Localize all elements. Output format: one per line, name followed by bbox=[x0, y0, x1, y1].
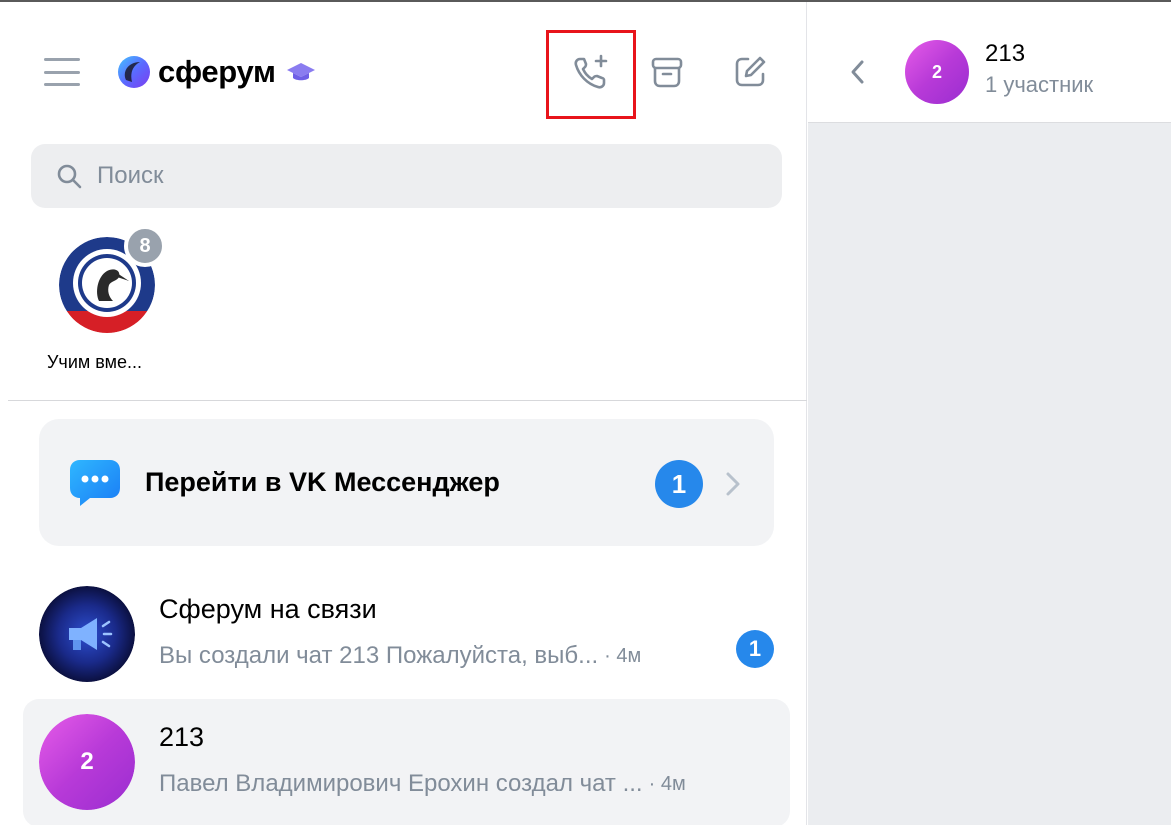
story-label: Учим вме... bbox=[47, 352, 142, 372]
top-bar: сферум bbox=[0, 2, 807, 122]
graduation-cap-icon bbox=[286, 63, 315, 81]
conversation-title[interactable]: 213 bbox=[985, 40, 1025, 68]
conversation-header: 2 213 1 участник bbox=[808, 2, 1171, 123]
new-call-button[interactable] bbox=[569, 50, 613, 94]
avatar bbox=[39, 586, 135, 682]
chat-title: 213 bbox=[159, 722, 205, 752]
compose-edit-icon bbox=[735, 56, 766, 87]
story-count-badge: 8 bbox=[124, 225, 166, 267]
chat-preview-text: Павел Владимирович Ерохин создал чат ... bbox=[159, 770, 643, 797]
compose-button[interactable] bbox=[728, 50, 772, 94]
vk-messenger-icon bbox=[70, 460, 120, 506]
chat-item-213[interactable]: 2 213 Павел Владимирович Ерохин создал ч… bbox=[23, 699, 790, 825]
sferum-logo-icon bbox=[118, 56, 150, 88]
archive-button[interactable] bbox=[645, 50, 689, 94]
chat-preview-text: Вы создали чат 213 Пожалуйста, выб... bbox=[159, 642, 599, 669]
story-item[interactable]: 8 Учим вме... bbox=[45, 225, 175, 384]
chat-time: · 4м bbox=[648, 772, 686, 795]
chevron-left-icon[interactable] bbox=[846, 56, 870, 88]
divider bbox=[8, 400, 807, 401]
chat-list-pane: сферум Поиск 8 Учим вме... Перейти в VK … bbox=[0, 2, 807, 825]
vk-banner-label: Перейти в VK Мессенджер bbox=[145, 467, 500, 497]
vk-unread-badge: 1 bbox=[655, 460, 703, 508]
vk-messenger-banner[interactable]: Перейти в VK Мессенджер 1 bbox=[39, 419, 774, 546]
chat-title: Сферум на связи bbox=[159, 594, 377, 624]
chat-preview: Павел Владимирович Ерохин создал чат ...… bbox=[159, 770, 686, 798]
unread-badge: 1 bbox=[736, 630, 774, 668]
avatar[interactable]: 2 bbox=[905, 40, 969, 104]
megaphone-icon bbox=[39, 586, 135, 682]
archive-box-icon bbox=[651, 57, 683, 88]
brand-name: сферум bbox=[158, 54, 276, 89]
chevron-right-icon bbox=[726, 472, 740, 496]
chat-item-sferum[interactable]: Сферум на связи Вы создали чат 213 Пожал… bbox=[23, 571, 790, 699]
conversation-subtitle: 1 участник bbox=[985, 72, 1094, 97]
conversation-pane: 2 213 1 участник bbox=[808, 2, 1171, 825]
avatar: 2 bbox=[39, 714, 135, 810]
add-call-icon bbox=[574, 54, 608, 89]
chat-preview: Вы создали чат 213 Пожалуйста, выб... · … bbox=[159, 642, 641, 670]
brand-logo[interactable]: сферум bbox=[116, 54, 316, 90]
chat-time: · 4м bbox=[604, 644, 642, 667]
search-icon bbox=[57, 164, 82, 189]
hamburger-menu-icon[interactable] bbox=[44, 58, 80, 86]
search-input[interactable] bbox=[97, 162, 697, 190]
search-bar[interactable] bbox=[31, 144, 782, 208]
group-avatar-text: 2 bbox=[39, 714, 135, 810]
app-window: сферум Поиск 8 Учим вме... Перейти в VK … bbox=[0, 0, 1171, 825]
